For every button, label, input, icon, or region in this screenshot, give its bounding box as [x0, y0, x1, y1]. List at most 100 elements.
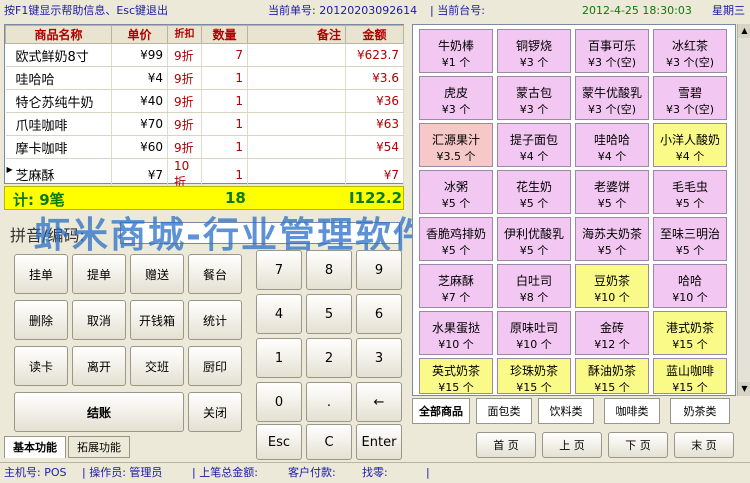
shift-change-button[interactable]: 交班 — [130, 346, 184, 386]
product-name: 港式奶茶 — [665, 321, 714, 335]
col-header-amount: 金额 — [345, 25, 404, 44]
product-price: ¥5 个 — [519, 244, 549, 257]
item-note — [247, 89, 346, 113]
product-tile[interactable]: 原味吐司 ¥10 个 — [497, 311, 571, 355]
retrieve-order-button[interactable]: 提单 — [72, 254, 126, 294]
numpad-0[interactable]: 0 — [256, 382, 302, 422]
product-tile[interactable]: 蒙牛优酸乳 ¥3 个(空) — [575, 76, 649, 120]
clear-button[interactable]: C — [306, 424, 352, 460]
gift-button[interactable]: 赠送 — [130, 254, 184, 294]
cancel-button[interactable]: 取消 — [72, 300, 126, 340]
product-name: 铜锣烧 — [515, 39, 552, 53]
read-card-button[interactable]: 读卡 — [14, 346, 68, 386]
product-tile[interactable]: 百事可乐 ¥3 个(空) — [575, 29, 649, 73]
tab-coffee[interactable]: 咖啡类 — [604, 398, 660, 424]
product-tile[interactable]: 牛奶棒 ¥1 个 — [419, 29, 493, 73]
product-tile[interactable]: 水果蛋挞 ¥10 个 — [419, 311, 493, 355]
tab-all-products[interactable]: 全部商品 — [412, 398, 470, 424]
product-tile[interactable]: 芝麻酥 ¥7 个 — [419, 264, 493, 308]
product-tile[interactable]: 冰红茶 ¥3 个(空) — [653, 29, 727, 73]
product-tile[interactable]: 伊利优酸乳 ¥5 个 — [497, 217, 571, 261]
table-row[interactable]: 哇哈哈 ¥4 9折 1 ¥3.6 — [5, 66, 404, 90]
product-price: ¥15 个 — [516, 381, 552, 394]
item-qty: 1 — [201, 112, 248, 136]
product-tile[interactable]: 铜锣烧 ¥3 个 — [497, 29, 571, 73]
product-price: ¥3 个(空) — [587, 103, 637, 116]
order-table[interactable]: 商品名称 单价 折扣 数量 备注 金额 欧式鲜奶8寸 ¥99 9折 7 ¥623… — [4, 24, 404, 191]
product-tile[interactable]: 珍珠奶茶 ¥15 个 — [497, 358, 571, 394]
product-name: 牛奶棒 — [437, 39, 474, 53]
kitchen-print-button[interactable]: 厨印 — [188, 346, 242, 386]
numpad-6[interactable]: 6 — [356, 294, 402, 334]
product-tile[interactable]: 提子面包 ¥4 个 — [497, 123, 571, 167]
numpad-4[interactable]: 4 — [256, 294, 302, 334]
product-tile[interactable]: 白吐司 ¥8 个 — [497, 264, 571, 308]
table-row[interactable]: 欧式鲜奶8寸 ¥99 9折 7 ¥623.7 — [5, 43, 404, 67]
scroll-up-icon[interactable]: ▲ — [738, 24, 750, 38]
delete-button[interactable]: 删除 — [14, 300, 68, 340]
close-button[interactable]: 关闭 — [188, 392, 242, 432]
prev-page-button[interactable]: 上 页 — [542, 432, 602, 458]
tab-basic-functions[interactable]: 基本功能 — [4, 436, 66, 458]
hold-order-button[interactable]: 挂单 — [14, 254, 68, 294]
numpad-2[interactable]: 2 — [306, 338, 352, 378]
tab-bread[interactable]: 面包类 — [476, 398, 532, 424]
numpad-9[interactable]: 9 — [356, 250, 402, 290]
product-price: ¥5 个 — [441, 197, 471, 210]
enter-button[interactable]: Enter — [356, 424, 402, 460]
product-tile[interactable]: 冰粥 ¥5 个 — [419, 170, 493, 214]
statistics-button[interactable]: 统计 — [188, 300, 242, 340]
product-tile[interactable]: 金砖 ¥12 个 — [575, 311, 649, 355]
first-page-button[interactable]: 首 页 — [476, 432, 536, 458]
product-tile[interactable]: 哇哈哈 ¥4 个 — [575, 123, 649, 167]
numpad-7[interactable]: 7 — [256, 250, 302, 290]
item-name: 欧式鲜奶8寸 — [5, 43, 112, 67]
open-drawer-button[interactable]: 开钱箱 — [130, 300, 184, 340]
status-end: | — [426, 466, 430, 479]
product-tile[interactable]: 豆奶茶 ¥10 个 — [575, 264, 649, 308]
product-scrollbar[interactable]: ▲ ▼ — [737, 24, 750, 396]
scroll-down-icon[interactable]: ▼ — [738, 382, 750, 396]
tab-extended-functions[interactable]: 拓展功能 — [68, 436, 130, 458]
table-row[interactable]: 摩卡咖啡 ¥60 9折 1 ¥54 — [5, 135, 404, 159]
last-page-button[interactable]: 末 页 — [674, 432, 734, 458]
numpad-5[interactable]: 5 — [306, 294, 352, 334]
tab-drinks[interactable]: 饮料类 — [538, 398, 594, 424]
col-header-qty: 数量 — [201, 25, 248, 44]
product-tile[interactable]: 港式奶茶 ¥15 个 — [653, 311, 727, 355]
checkout-button[interactable]: 结账 — [14, 392, 184, 432]
product-tile[interactable]: 蓝山咖啡 ¥15 个 — [653, 358, 727, 394]
numpad-8[interactable]: 8 — [306, 250, 352, 290]
next-page-button[interactable]: 下 页 — [608, 432, 668, 458]
leave-button[interactable]: 离开 — [72, 346, 126, 386]
last-total: | 上笔总金额: — [192, 466, 258, 479]
item-name: 爪哇咖啡 — [5, 112, 112, 136]
table-row[interactable]: 爪哇咖啡 ¥70 9折 1 ¥63 — [5, 112, 404, 136]
product-tile[interactable]: 小洋人酸奶 ¥4 个 — [653, 123, 727, 167]
product-tile[interactable]: 哈哈 ¥10 个 — [653, 264, 727, 308]
tab-milk-tea[interactable]: 奶茶类 — [670, 398, 730, 424]
product-tile[interactable]: 酥油奶茶 ¥15 个 — [575, 358, 649, 394]
product-tile[interactable]: 汇源果汁 ¥3.5 个 — [419, 123, 493, 167]
product-tile[interactable]: 虎皮 ¥3 个 — [419, 76, 493, 120]
pinyin-input[interactable] — [120, 222, 400, 244]
product-tile[interactable]: 英式奶茶 ¥15 个 — [419, 358, 493, 394]
product-tile[interactable]: 老婆饼 ¥5 个 — [575, 170, 649, 214]
table-row[interactable]: 特仑苏纯牛奶 ¥40 9折 1 ¥36 — [5, 89, 404, 113]
order-table-header: 商品名称 单价 折扣 数量 备注 金额 — [5, 25, 404, 44]
product-tile[interactable]: 花生奶 ¥5 个 — [497, 170, 571, 214]
product-tile[interactable]: 雪碧 ¥3 个(空) — [653, 76, 727, 120]
product-tile[interactable]: 毛毛虫 ¥5 个 — [653, 170, 727, 214]
product-tile[interactable]: 至味三明治 ¥5 个 — [653, 217, 727, 261]
numpad-dot[interactable]: . — [306, 382, 352, 422]
table-button[interactable]: 餐台 — [188, 254, 242, 294]
product-tile[interactable]: 香脆鸡排奶 ¥5 个 — [419, 217, 493, 261]
numpad-3[interactable]: 3 — [356, 338, 402, 378]
backspace-button[interactable]: ← — [356, 382, 402, 422]
esc-button[interactable]: Esc — [256, 424, 302, 460]
product-price: ¥4 个 — [675, 150, 705, 163]
product-name: 金砖 — [599, 321, 624, 335]
product-tile[interactable]: 蒙古包 ¥3 个 — [497, 76, 571, 120]
numpad-1[interactable]: 1 — [256, 338, 302, 378]
product-tile[interactable]: 海苏夫奶茶 ¥5 个 — [575, 217, 649, 261]
